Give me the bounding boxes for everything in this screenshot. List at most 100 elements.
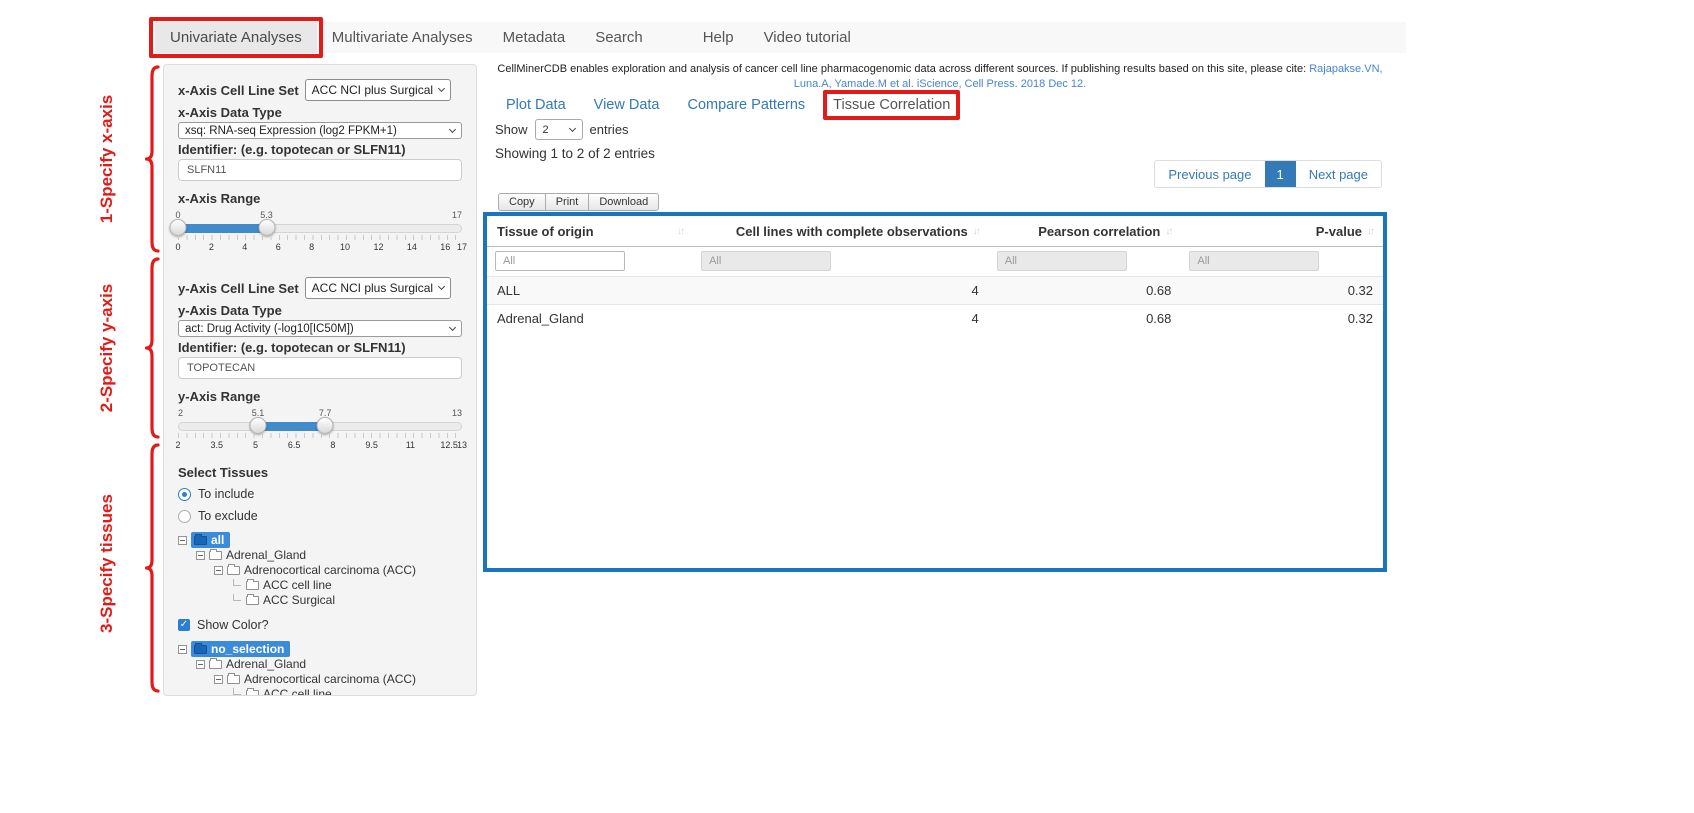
tick-label: 4 [242, 242, 247, 252]
show-entries-suffix: entries [590, 122, 629, 137]
column-filter-input-p-value[interactable] [1189, 251, 1319, 271]
tree-item-acc-surgical[interactable]: ACC Surgical [178, 593, 462, 607]
sort-icon[interactable]: ↓↑ [1367, 226, 1373, 237]
sort-icon[interactable]: ↓↑ [973, 226, 979, 237]
slider-handle-to[interactable] [258, 219, 275, 236]
column-header-pearson-correlation[interactable]: Pearson correlation ↓↑ [989, 216, 1182, 247]
tab-view-data[interactable]: View Data [594, 97, 660, 113]
chevron-down-icon [449, 125, 456, 132]
cell-value: 4 [693, 305, 989, 333]
cell-value: 0.32 [1181, 305, 1383, 333]
column-filter-input-tissue-of-origin[interactable] [495, 251, 625, 271]
tissue-radio-group: To include To exclude [178, 486, 462, 524]
tree-collapse-icon[interactable] [178, 645, 187, 654]
tree-item-adrenocortical-carcinoma-acc[interactable]: Adrenocortical carcinoma (ACC) [178, 672, 462, 686]
radio-checked-icon[interactable] [178, 488, 191, 501]
tree-collapse-icon[interactable] [178, 536, 187, 545]
page-1-button[interactable]: 1 [1265, 161, 1296, 187]
y-axis-range-slider[interactable]: 5.17.721323.556.589.51112.513 [178, 407, 462, 453]
tree-selected-node: all [191, 532, 230, 548]
tree-node-label: Adrenocortical carcinoma (ACC) [244, 563, 416, 577]
slider-handle-from[interactable] [170, 219, 187, 236]
tree-node-label: ACC cell line [263, 578, 332, 592]
tick-label: 11 [406, 440, 415, 450]
checkbox-checked-icon[interactable]: ✓ [178, 619, 190, 631]
radio-to-exclude[interactable]: To exclude [178, 508, 462, 524]
tree-selected-node: no_selection [191, 641, 290, 657]
folder-icon [227, 675, 240, 684]
slider-handle-to-value-label: 5.3 [260, 210, 273, 220]
column-header-cell-lines-with-complete-observations[interactable]: Cell lines with complete observations↓↑ [693, 216, 989, 247]
tab-tissue-correlation[interactable]: Tissue Correlation [833, 97, 950, 113]
show-color-checkbox-row[interactable]: ✓ Show Color? [178, 617, 462, 633]
slider-handle-to-value-label: 7.7 [319, 408, 332, 418]
column-header-tissue-of-origin[interactable]: Tissue of origin↓↑ [487, 216, 693, 247]
tree-item-adrenocortical-carcinoma-acc[interactable]: Adrenocortical carcinoma (ACC) [178, 563, 462, 577]
radio-label: To exclude [198, 509, 258, 523]
annotation-brace-tissues [145, 442, 161, 694]
tree-node-label: ACC cell line [263, 687, 332, 696]
tissue-correlation-table: Tissue of origin↓↑Cell lines with comple… [487, 216, 1383, 332]
folder-icon [227, 566, 240, 575]
tree-item-adrenal-gland[interactable]: Adrenal_Gland [178, 548, 462, 562]
navbar: Univariate AnalysesMultivariate Analyses… [155, 22, 1406, 53]
cell-value: 0.32 [1181, 277, 1383, 305]
tree-item-adrenal-gland[interactable]: Adrenal_Gland [178, 657, 462, 671]
tree-item-all[interactable]: all [178, 533, 462, 547]
button-print[interactable]: Print [545, 193, 590, 211]
nav-item-metadata[interactable]: Metadata [488, 22, 581, 53]
export-buttons: CopyPrintDownload [498, 193, 658, 211]
y-axis-identifier-input[interactable] [178, 357, 462, 379]
table-row: Adrenal_Gland40.680.32 [487, 305, 1383, 333]
tab-compare-patterns[interactable]: Compare Patterns [687, 97, 805, 113]
folder-icon [194, 536, 207, 545]
next-page-button[interactable]: Next page [1296, 161, 1381, 187]
button-copy[interactable]: Copy [498, 193, 546, 211]
slider-handle-to[interactable] [317, 417, 334, 434]
button-download[interactable]: Download [588, 193, 659, 211]
tick-label: 8 [309, 242, 314, 252]
nav-item-univariate-analyses[interactable]: Univariate Analyses [155, 22, 317, 53]
sort-icon[interactable]: ↓↑ [1165, 226, 1171, 237]
y-axis-data-type-select[interactable]: act: Drug Activity (-log10[IC50M]) [178, 320, 462, 337]
nav-item-help[interactable]: Help [688, 22, 749, 53]
nav-item-search[interactable]: Search [580, 22, 658, 53]
x-axis-identifier-input[interactable] [178, 159, 462, 181]
sort-icon[interactable]: ↓↑ [677, 226, 683, 237]
column-header-label: Pearson correlation [1038, 224, 1160, 239]
column-filter-input-pearson-correlation[interactable] [997, 251, 1127, 271]
tick-label: 3.5 [210, 440, 223, 450]
folder-icon [194, 645, 207, 654]
tree-item-no-selection[interactable]: no_selection [178, 642, 462, 656]
folder-icon [246, 581, 259, 590]
tree-node-label: Adrenocortical carcinoma (ACC) [244, 672, 416, 686]
table-row: ALL40.680.32 [487, 277, 1383, 305]
tree-collapse-icon[interactable] [196, 551, 205, 560]
tree-collapse-icon[interactable] [214, 566, 223, 575]
tab-plot-data[interactable]: Plot Data [506, 97, 566, 113]
column-filter-input-cell-lines-with-complete-observations[interactable] [701, 251, 831, 271]
nav-item-video-tutorial[interactable]: Video tutorial [749, 22, 866, 53]
column-header-p-value[interactable]: P-value↓↑ [1181, 216, 1383, 247]
nav-item-multivariate-analyses[interactable]: Multivariate Analyses [317, 22, 488, 53]
tree-item-acc-cell-line[interactable]: ACC cell line [178, 578, 462, 592]
slider-handle-from[interactable] [250, 417, 267, 434]
annotation-brace-x-axis [145, 64, 161, 254]
cell-value: 0.68 [989, 305, 1182, 333]
slider-fill [258, 422, 325, 431]
previous-page-button[interactable]: Previous page [1155, 161, 1264, 187]
radio-to-include[interactable]: To include [178, 486, 462, 502]
tree-item-acc-cell-line[interactable]: ACC cell line [178, 687, 462, 696]
cell-value: 4 [693, 277, 989, 305]
radio-unchecked-icon[interactable] [178, 510, 191, 523]
x-axis-cell-line-set-select[interactable]: ACC NCI plus Surgical [305, 79, 451, 101]
tree-collapse-icon[interactable] [214, 675, 223, 684]
x-axis-range-slider[interactable]: 05.317024681012141617 [178, 209, 462, 255]
tree-collapse-icon[interactable] [196, 660, 205, 669]
cell-tissue-of-origin: Adrenal_Gland [487, 305, 693, 333]
slider-min-label: 2 [178, 408, 183, 418]
entries-count-select[interactable]: 2 [535, 119, 583, 140]
tick-label: 0 [175, 242, 180, 252]
x-axis-data-type-select[interactable]: xsq: RNA-seq Expression (log2 FPKM+1) [178, 122, 462, 139]
y-axis-cell-line-set-select[interactable]: ACC NCI plus Surgical [305, 277, 451, 299]
